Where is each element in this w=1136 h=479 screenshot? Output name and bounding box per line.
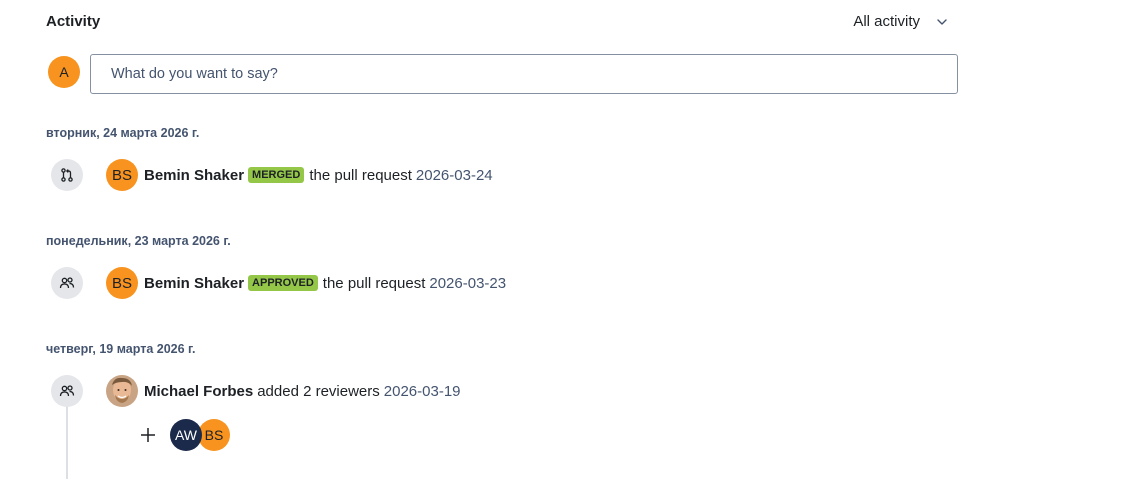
- reviewer-avatar[interactable]: BS: [198, 419, 230, 451]
- section-title: Activity: [46, 13, 101, 30]
- activity-event: Michael Forbes added 2 reviewers 2026-03…: [106, 375, 461, 407]
- event-action: the pull request: [322, 274, 426, 292]
- activity-filter-dropdown[interactable]: All activity: [853, 12, 948, 32]
- current-user-avatar: A: [48, 56, 80, 88]
- event-timestamp: 2026-03-24: [415, 166, 493, 184]
- plus-icon: [140, 427, 156, 443]
- reviewer-avatar[interactable]: AW: [170, 419, 202, 451]
- event-action: the pull request: [309, 166, 412, 184]
- pull-request-icon: [51, 159, 83, 191]
- people-icon: [51, 267, 83, 299]
- actor-name[interactable]: Bemin Shaker: [144, 275, 244, 292]
- actor-name[interactable]: Bemin Shaker: [144, 167, 244, 184]
- day-heading: вторник, 24 марта 2026 г.: [46, 126, 200, 140]
- chevron-down-icon: [936, 16, 948, 28]
- reviewer-avatar-stack: AW BS: [170, 419, 232, 451]
- people-icon: [51, 375, 83, 407]
- day-heading: понедельник, 23 марта 2026 г.: [46, 234, 231, 248]
- timeline-connector: [66, 406, 68, 479]
- activity-event: BS Bemin Shaker MERGED the pull request …: [106, 159, 493, 191]
- event-action: added 2 reviewers: [257, 382, 380, 400]
- added-reviewers: AW BS: [140, 419, 232, 451]
- comment-input[interactable]: [90, 54, 958, 94]
- status-badge: MERGED: [248, 167, 305, 183]
- event-timestamp: 2026-03-19: [383, 382, 461, 400]
- event-timestamp: 2026-03-23: [429, 274, 507, 292]
- user-avatar[interactable]: BS: [106, 267, 138, 299]
- day-heading: четверг, 19 марта 2026 г.: [46, 342, 196, 356]
- actor-name[interactable]: Michael Forbes: [144, 383, 253, 400]
- filter-label: All activity: [853, 13, 920, 30]
- activity-event: BS Bemin Shaker APPROVED the pull reques…: [106, 267, 506, 299]
- user-avatar[interactable]: BS: [106, 159, 138, 191]
- user-photo-avatar[interactable]: [106, 375, 138, 407]
- status-badge: APPROVED: [248, 275, 318, 291]
- activity-header: Activity All activity: [46, 12, 958, 32]
- comment-composer: A: [48, 54, 958, 94]
